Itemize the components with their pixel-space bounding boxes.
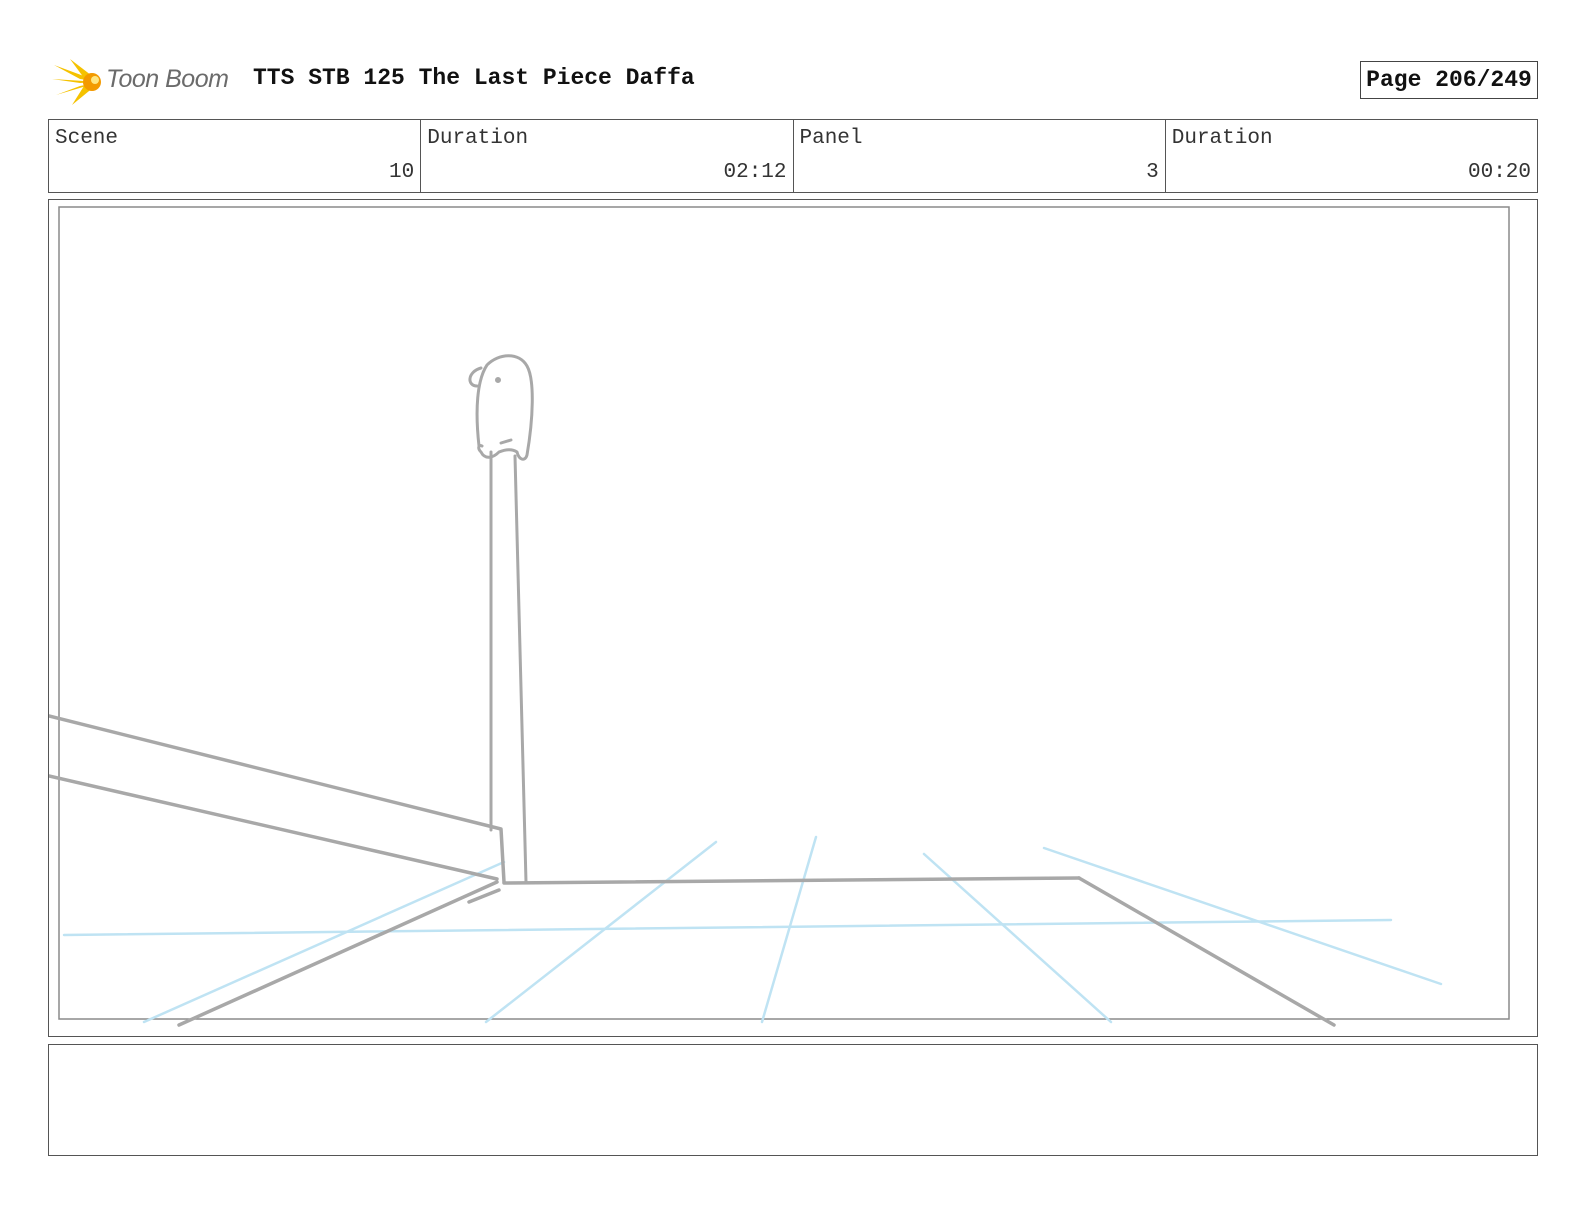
camera-frame	[58, 206, 1510, 1020]
scene-info-table: Scene 10 Duration 02:12 Panel 3 Duration…	[48, 119, 1538, 193]
panel-duration-cell: Duration 00:20	[1166, 120, 1537, 192]
scene-value: 10	[389, 161, 415, 184]
document-title: TTS STB 125 The Last Piece Daffa	[253, 65, 695, 91]
scene-duration-label: Duration	[427, 127, 529, 150]
scene-cell: Scene 10	[49, 120, 422, 192]
pole-with-bird-sketch	[468, 354, 534, 884]
page-header: Toon Boom TTS STB 125 The Last Piece Daf…	[48, 55, 1538, 105]
notes-box	[48, 1044, 1538, 1156]
page-number: Page 206/249	[1360, 61, 1538, 99]
panel-label: Panel	[799, 127, 863, 150]
panel-cell: Panel 3	[794, 120, 1166, 192]
toon-boom-logo: Toon Boom	[50, 57, 240, 105]
perspective-guides	[62, 835, 1443, 1024]
scene-label: Scene	[55, 127, 119, 150]
panel-duration-value: 00:20	[1467, 161, 1531, 184]
starburst-icon	[52, 59, 101, 105]
panel-value: 3	[1146, 161, 1159, 184]
logo-text: Toon Boom	[106, 65, 229, 93]
panel-sketch	[49, 206, 1510, 1027]
scene-duration-value: 02:12	[723, 161, 787, 184]
storyboard-panel	[48, 199, 1538, 1037]
scene-duration-cell: Duration 02:12	[421, 120, 794, 192]
panel-duration-label: Duration	[1171, 127, 1273, 150]
